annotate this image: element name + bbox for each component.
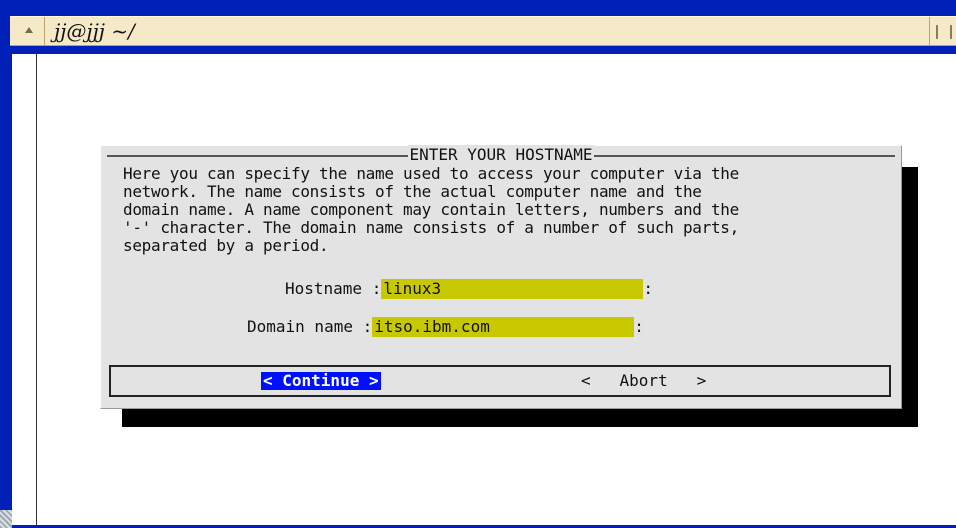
title-strip[interactable]: jj@jjj ~/ [10,16,956,46]
resize-grip-icon[interactable] [0,510,12,528]
domain-label: Domain name : [247,317,373,336]
hostname-dialog: ENTER YOUR HOSTNAME Here you can specify… [100,145,902,409]
description-line: Here you can specify the name used to ac… [123,164,739,183]
hostname-label: Hostname : [285,279,382,298]
window-menu-icon[interactable] [10,17,45,45]
window-title: jj@jjj ~/ [54,19,135,43]
domain-input[interactable]: itso.ibm.com [372,317,635,337]
window-left-frame [0,54,12,528]
abort-button[interactable]: < Abort > [581,372,706,390]
hostname-row: Hostname : linux3: [285,279,653,299]
description-line: separated by a period. [123,236,329,255]
dialog-title-container: ENTER YOUR HOSTNAME [101,145,901,164]
window-titlebar: jj@jjj ~/ [0,0,956,54]
button-panel: < Continue > < Abort > [109,365,891,397]
hostname-suffix: : [643,279,653,298]
hostname-input[interactable]: linux3 [381,279,644,299]
maximize-icon[interactable] [929,17,956,45]
terminal-scrollbar[interactable] [14,54,37,528]
description-line: network. The name consists of the actual… [123,182,702,201]
dialog-description: Here you can specify the name used to ac… [123,165,888,255]
dialog-title: ENTER YOUR HOSTNAME [408,145,594,164]
domain-row: Domain name : itso.ibm.com: [247,317,644,337]
continue-button[interactable]: < Continue > [261,372,381,390]
description-line: '-' character. The domain name consists … [123,218,739,237]
domain-suffix: : [634,317,644,336]
description-line: domain name. A name component may contai… [123,200,739,219]
